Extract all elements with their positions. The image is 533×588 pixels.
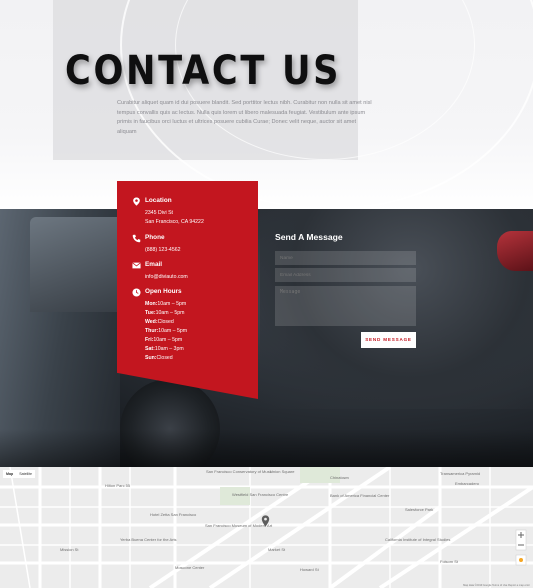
map-place-label: Union Square [270,469,295,474]
map-street-label: Folsom St [440,559,459,564]
day-label: Thur: [145,328,159,334]
name-field[interactable] [275,251,416,265]
address-line-2: San Francisco, CA 94222 [145,219,204,225]
day-hours: 10am – 5pm [153,337,183,343]
email-address[interactable]: info@diviauto.com [145,274,188,280]
email-field[interactable] [275,268,416,282]
tab-map[interactable]: Map [3,470,16,478]
map-street-label: Market St [268,547,286,552]
hours-row: Mon:10am – 5pm [145,301,186,307]
map-attribution: Map data ©2019 Google Terms of Use Repor… [463,584,530,587]
day-label: Wed: [145,319,158,325]
clock-icon [132,288,141,297]
day-hours: 10am – 5pm [158,328,188,334]
map-place-label: Bank of America Financial Center [330,493,390,498]
hours-heading: Open Hours [145,288,182,295]
location-heading: Location [145,197,172,204]
map-marker-icon[interactable] [261,515,270,527]
tab-satellite[interactable]: Satellite [16,470,35,478]
day-hours: Closed [157,319,174,325]
day-label: Sun: [145,355,157,361]
phone-heading: Phone [145,234,165,241]
hours-row: Tue:10am – 5pm [145,310,184,316]
map-place-label: California Institute of Integral Studies [385,537,451,542]
car-window [30,217,125,312]
map-street-label: Mission St [60,547,79,552]
map-place-label: Hilton Parc 55 [105,483,131,488]
hours-row: Fri:10am – 5pm [145,337,182,343]
map-type-tabs: Map Satellite [3,470,35,478]
hours-row: Wed:Closed [145,319,174,325]
form-title: Send A Message [275,232,343,242]
hours-row: Sun:Closed [145,355,173,361]
hero-description: Curabitur aliquet quam id dui posuere bl… [117,100,372,135]
map-pin-icon [133,197,140,206]
contact-info-card: Location 2345 Divi St San Francisco, CA … [117,181,258,399]
envelope-icon [132,262,141,269]
map-place-label: Transamerica Pyramid [440,471,481,476]
email-heading: Email [145,261,163,268]
message-field[interactable] [275,286,416,326]
car-taillight [497,231,533,271]
phone-number[interactable]: (888) 123-4562 [145,247,180,253]
map-place-label: Salesforce Park [405,507,434,512]
hours-row: Sat:10am – 3pm [145,346,184,352]
hours-row: Thur:10am – 5pm [145,328,187,334]
location-map[interactable]: Map Satellite San Francisco Conservatory… [0,467,533,588]
map-place-label: Embarcadero [455,481,480,486]
map-place-label: Chinatown [330,475,349,480]
road-shadow [0,429,533,467]
day-label: Sat: [145,346,155,352]
car-background-section [0,209,533,467]
map-place-label: Hotel Zetta San Francisco [150,512,197,517]
day-hours: 10am – 3pm [154,346,184,352]
map-place-label: San Francisco Conservatory of Music [206,469,273,474]
day-label: Mon: [145,301,158,307]
day-hours: Closed [156,355,173,361]
day-label: Tue: [145,310,156,316]
map-place-label: Westfield San Francisco Centre [232,492,289,497]
hero-section: CONTACT US Curabitur aliquet quam id dui… [0,0,533,210]
send-message-button[interactable]: SEND MESSAGE [361,332,416,348]
map-street-label: Howard St [300,567,319,572]
page-title: CONTACT US [65,48,342,94]
map-zoom-controls[interactable] [515,500,527,570]
day-hours: 10am – 5pm [157,301,187,307]
phone-icon [132,234,141,243]
day-hours: 10am – 5pm [155,310,185,316]
map-place-label: Moscone Center [175,565,205,570]
map-place-label: Yerba Buena Center for the Arts [120,537,177,542]
address-line-1: 2345 Divi St [145,210,173,216]
